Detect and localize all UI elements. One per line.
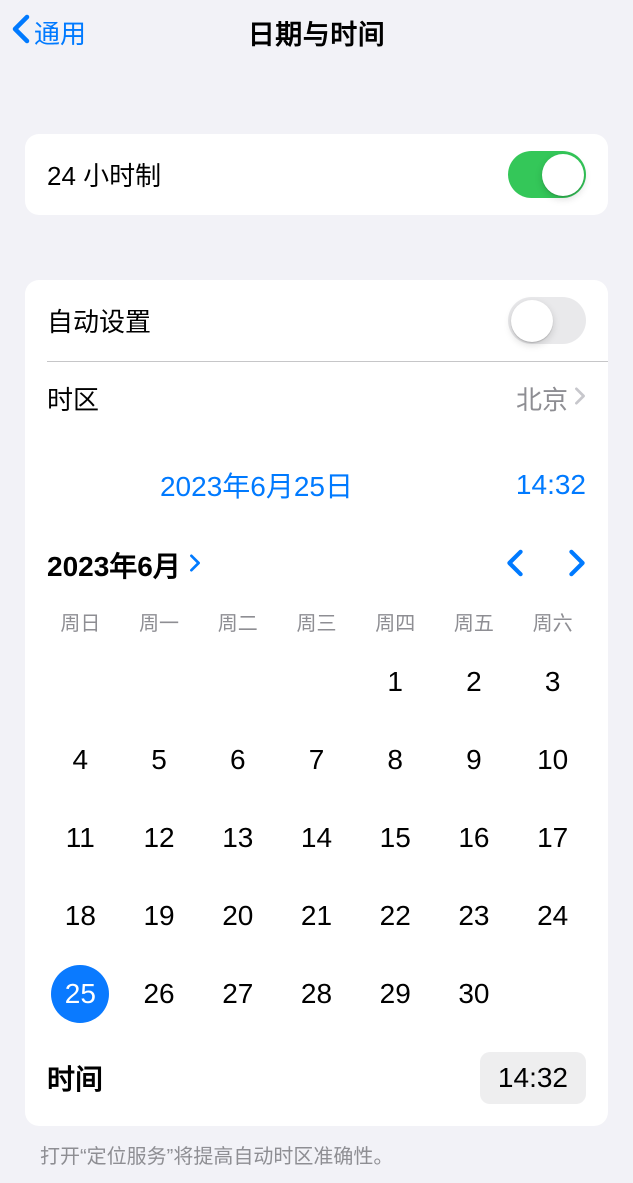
calendar-day[interactable]: 16 bbox=[435, 806, 514, 870]
calendar-day[interactable]: 2 bbox=[435, 650, 514, 714]
weekday-header: 周日 bbox=[41, 601, 120, 642]
calendar-day[interactable]: 5 bbox=[120, 728, 199, 792]
calendar-day[interactable]: 9 bbox=[435, 728, 514, 792]
calendar-day-number: 26 bbox=[130, 965, 188, 1023]
chevron-right-icon bbox=[574, 387, 586, 410]
calendar-day-number: 28 bbox=[287, 965, 345, 1023]
weekday-header: 周四 bbox=[356, 601, 435, 642]
date-display[interactable]: 2023年6月25日 bbox=[47, 465, 466, 505]
calendar-day-number: 16 bbox=[445, 809, 503, 867]
calendar-day-number: 22 bbox=[366, 887, 424, 945]
calendar-day[interactable]: 12 bbox=[120, 806, 199, 870]
calendar-day-number: 17 bbox=[524, 809, 582, 867]
calendar-day[interactable]: 21 bbox=[277, 884, 356, 948]
calendar-day-empty: 0 bbox=[198, 650, 277, 714]
calendar-day[interactable]: 24 bbox=[513, 884, 592, 948]
calendar-day[interactable]: 22 bbox=[356, 884, 435, 948]
calendar-day[interactable]: 1 bbox=[356, 650, 435, 714]
auto-set-label: 自动设置 bbox=[47, 302, 151, 339]
calendar-day[interactable]: 28 bbox=[277, 962, 356, 1026]
page-title: 日期与时间 bbox=[248, 13, 386, 52]
calendar-day-number: 15 bbox=[366, 809, 424, 867]
calendar-day-number: 7 bbox=[287, 731, 345, 789]
weekday-header: 周一 bbox=[120, 601, 199, 642]
calendar-day-number: 10 bbox=[524, 731, 582, 789]
calendar-day[interactable]: 11 bbox=[41, 806, 120, 870]
calendar-day-number: 1 bbox=[366, 653, 424, 711]
twentyfour-label: 24 小时制 bbox=[47, 156, 161, 193]
time-label: 时间 bbox=[47, 1058, 103, 1098]
calendar-day[interactable]: 3 bbox=[513, 650, 592, 714]
calendar-day[interactable]: 15 bbox=[356, 806, 435, 870]
calendar-day-empty: 0 bbox=[120, 650, 199, 714]
calendar-day-number: 2 bbox=[445, 653, 503, 711]
twentyfour-switch[interactable] bbox=[508, 151, 586, 198]
calendar-day[interactable]: 23 bbox=[435, 884, 514, 948]
calendar-day-number: 24 bbox=[524, 887, 582, 945]
calendar-day-number: 18 bbox=[51, 887, 109, 945]
timezone-row[interactable]: 时区 北京 bbox=[47, 361, 608, 435]
calendar-day-number: 6 bbox=[209, 731, 267, 789]
calendar-day[interactable]: 20 bbox=[198, 884, 277, 948]
prev-month-button[interactable] bbox=[506, 549, 524, 582]
back-label: 通用 bbox=[34, 14, 86, 51]
calendar-day-number: 11 bbox=[51, 809, 109, 867]
calendar-day-number: 8 bbox=[366, 731, 424, 789]
chevron-right-icon bbox=[189, 554, 201, 577]
calendar-day-empty: 0 bbox=[277, 650, 356, 714]
calendar-day[interactable]: 4 bbox=[41, 728, 120, 792]
calendar-day-number: 25 bbox=[51, 965, 109, 1023]
back-button[interactable]: 通用 bbox=[12, 14, 86, 51]
calendar-day[interactable]: 7 bbox=[277, 728, 356, 792]
calendar-day[interactable]: 6 bbox=[198, 728, 277, 792]
calendar-day[interactable]: 30 bbox=[435, 962, 514, 1026]
calendar-day-number: 29 bbox=[366, 965, 424, 1023]
month-year-text: 2023年6月 bbox=[47, 545, 181, 585]
calendar-day-number: 9 bbox=[445, 731, 503, 789]
timezone-label: 时区 bbox=[47, 380, 99, 417]
month-year-picker[interactable]: 2023年6月 bbox=[47, 545, 201, 585]
switch-thumb bbox=[511, 300, 553, 342]
timezone-value: 北京 bbox=[516, 380, 568, 417]
calendar-day-number: 4 bbox=[51, 731, 109, 789]
calendar-day-number: 23 bbox=[445, 887, 503, 945]
calendar-day-number: 13 bbox=[209, 809, 267, 867]
time-picker-value[interactable]: 14:32 bbox=[480, 1052, 586, 1104]
calendar-day[interactable]: 17 bbox=[513, 806, 592, 870]
calendar-day-number: 27 bbox=[209, 965, 267, 1023]
calendar-day[interactable]: 25 bbox=[41, 962, 120, 1026]
calendar-day-number: 5 bbox=[130, 731, 188, 789]
next-month-button[interactable] bbox=[568, 549, 586, 582]
calendar-day-number: 3 bbox=[524, 653, 582, 711]
calendar-day[interactable]: 27 bbox=[198, 962, 277, 1026]
calendar-day-number: 12 bbox=[130, 809, 188, 867]
calendar-day[interactable]: 13 bbox=[198, 806, 277, 870]
calendar-day-empty: 0 bbox=[41, 650, 120, 714]
calendar-day[interactable]: 26 bbox=[120, 962, 199, 1026]
weekday-header: 周五 bbox=[435, 601, 514, 642]
time-display[interactable]: 14:32 bbox=[466, 469, 586, 501]
calendar-day-number: 14 bbox=[287, 809, 345, 867]
switch-thumb bbox=[542, 154, 584, 196]
calendar-day-number: 19 bbox=[130, 887, 188, 945]
weekday-header: 周三 bbox=[277, 601, 356, 642]
auto-set-switch[interactable] bbox=[508, 297, 586, 344]
chevron-left-icon bbox=[12, 14, 34, 51]
calendar-day-number: 30 bbox=[445, 965, 503, 1023]
calendar-day[interactable]: 29 bbox=[356, 962, 435, 1026]
weekday-header: 周二 bbox=[198, 601, 277, 642]
calendar-day[interactable]: 18 bbox=[41, 884, 120, 948]
weekday-header: 周六 bbox=[513, 601, 592, 642]
calendar-day-number: 21 bbox=[287, 887, 345, 945]
calendar-day[interactable]: 14 bbox=[277, 806, 356, 870]
calendar-day-number: 20 bbox=[209, 887, 267, 945]
footer-note: 打开“定位服务”将提高自动时区准确性。 bbox=[0, 1126, 633, 1169]
calendar-day[interactable]: 19 bbox=[120, 884, 199, 948]
calendar-day[interactable]: 8 bbox=[356, 728, 435, 792]
calendar-day[interactable]: 10 bbox=[513, 728, 592, 792]
